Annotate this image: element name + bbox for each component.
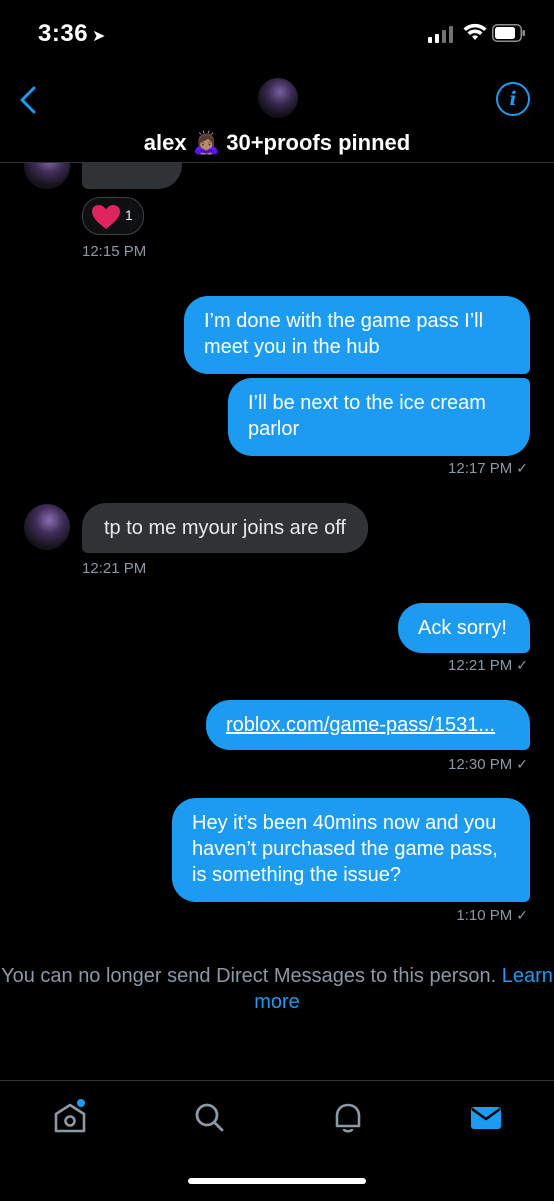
timestamp: 12:17 PM ✓	[448, 460, 528, 477]
message-list[interactable]: added 1 12:15 PM I’m done with the game …	[0, 163, 554, 1080]
back-button[interactable]	[16, 80, 40, 120]
sender-avatar[interactable]	[24, 163, 70, 189]
game-pass-link[interactable]: roblox.com/game-pass/1531...	[226, 714, 495, 736]
heart-icon	[92, 205, 120, 229]
cellular-signal-icon	[428, 25, 456, 43]
dm-disabled-notice: You can no longer send Direct Messages t…	[1, 965, 553, 1013]
search-icon[interactable]	[189, 1097, 229, 1137]
outgoing-message[interactable]: I’m done with the game pass I’ll meet yo…	[184, 296, 530, 374]
incoming-message[interactable]: tp to me myour joins are off	[82, 503, 368, 553]
info-button[interactable]: i	[496, 82, 530, 116]
heart-reaction[interactable]: 1	[82, 197, 144, 235]
timestamp: 12:21 PM ✓	[448, 657, 528, 674]
incoming-message-partial[interactable]: added	[82, 163, 182, 189]
status-time: 3:36 ➤	[38, 20, 106, 47]
sent-check-icon: ✓	[516, 907, 528, 923]
mail-icon[interactable]	[466, 1097, 506, 1137]
outgoing-message[interactable]: Ack sorry!	[398, 603, 530, 653]
sent-check-icon: ✓	[516, 460, 528, 476]
timestamp: 12:30 PM ✓	[448, 756, 528, 773]
sent-check-icon: ✓	[516, 657, 528, 673]
outgoing-message[interactable]: Hey it’s been 40mins now and you haven’t…	[172, 798, 530, 902]
wifi-icon	[463, 23, 487, 40]
timestamp: 12:15 PM	[82, 243, 147, 260]
location-arrow-icon: ➤	[92, 28, 106, 45]
outgoing-link-message[interactable]: roblox.com/game-pass/1531...	[206, 700, 530, 750]
conversation-title[interactable]: alex 🙇🏽‍♀️ 30+proofs pinned	[0, 130, 554, 156]
sent-check-icon: ✓	[516, 756, 528, 772]
home-icon[interactable]	[50, 1097, 90, 1137]
timestamp: 1:10 PM ✓	[456, 907, 528, 924]
timestamp: 12:21 PM	[82, 560, 147, 577]
battery-icon	[492, 24, 525, 42]
bell-icon[interactable]	[328, 1097, 368, 1137]
info-icon: i	[509, 88, 517, 110]
home-indicator	[188, 1178, 366, 1184]
reaction-count: 1	[125, 207, 133, 223]
header-avatar[interactable]	[258, 78, 298, 118]
outgoing-message[interactable]: I’ll be next to the ice cream parlor	[228, 378, 530, 456]
sender-avatar[interactable]	[24, 504, 70, 550]
